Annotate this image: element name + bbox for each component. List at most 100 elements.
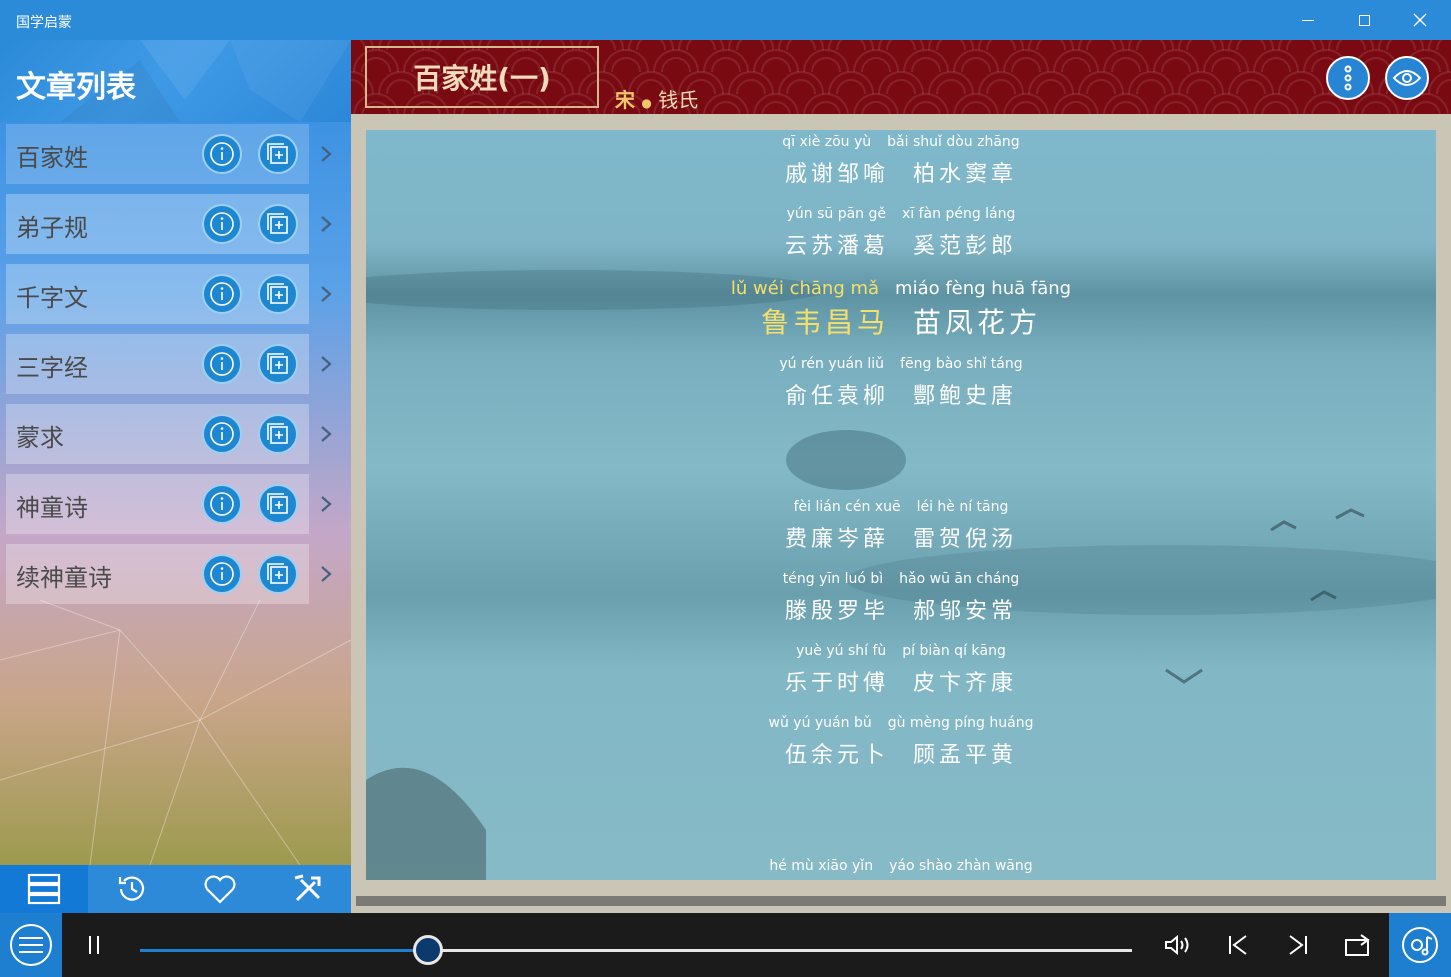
sidebar-item[interactable]: 三字经 bbox=[6, 334, 309, 394]
menu-button[interactable] bbox=[0, 913, 62, 977]
lyric-line[interactable]: wǔ yú yuán bǔ gù mèng píng huáng 伍余元卜 顾孟平黄 bbox=[366, 715, 1436, 769]
info-icon bbox=[210, 142, 234, 166]
chevron-right-icon[interactable] bbox=[320, 194, 334, 254]
sidebar-item-label: 弟子规 bbox=[16, 214, 88, 242]
lyric-line[interactable]: yún sū pān gě xī fàn péng láng 云苏潘葛 奚范彭郎 bbox=[366, 206, 1436, 260]
info-button[interactable] bbox=[202, 484, 242, 524]
info-button[interactable] bbox=[202, 554, 242, 594]
lyric-line-current[interactable]: lǔ wéi chāng mǎ miáo fèng huā fāng 鲁韦昌马 苗凤花… bbox=[366, 278, 1436, 341]
sidebar-item[interactable]: 百家姓 bbox=[6, 124, 309, 184]
article-header: 百家姓(一) 宋 ● 钱氏 bbox=[351, 40, 1451, 114]
info-button[interactable] bbox=[202, 344, 242, 384]
info-button[interactable] bbox=[202, 134, 242, 174]
pinyin-first: fèi lián cén xuē bbox=[793, 499, 901, 515]
sidebar-item[interactable]: 神童诗 bbox=[6, 474, 309, 534]
hanzi-row: 云苏潘葛 奚范彭郎 bbox=[366, 228, 1436, 260]
pinyin-second: pí biàn qí kāng bbox=[902, 643, 1006, 659]
decorative-network bbox=[0, 600, 351, 865]
nav-list-button[interactable] bbox=[0, 865, 88, 913]
skip-next-icon bbox=[1289, 935, 1307, 955]
lyric-line[interactable]: fèi lián cén xuē léi hè ní tāng 费廉岑薛 雷贺倪汤 bbox=[366, 499, 1436, 553]
hanzi-first: 乐于时傅 bbox=[784, 671, 889, 696]
more-options-button[interactable] bbox=[1326, 56, 1370, 100]
add-to-playlist-icon bbox=[267, 563, 288, 584]
article-dynasty: 宋 bbox=[615, 88, 635, 112]
lyrics-scroll-strip bbox=[356, 896, 1446, 906]
lyric-line[interactable]: yuè yú shí fù pí biàn qí kāng 乐于时傅 皮卞齐康 bbox=[366, 643, 1436, 697]
hanzi-second: 顾孟平黄 bbox=[913, 743, 1018, 768]
add-to-playlist-button[interactable] bbox=[258, 414, 298, 454]
nav-favorites-button[interactable] bbox=[176, 865, 264, 913]
info-icon bbox=[210, 562, 234, 586]
lyric-line[interactable]: qī xiè zōu yù bǎi shuǐ dòu zhāng 戚谢邹喻 柏水窦章 bbox=[366, 134, 1436, 188]
sidebar-item[interactable]: 蒙求 bbox=[6, 404, 309, 464]
hanzi-row: 伍余元卜 顾孟平黄 bbox=[366, 737, 1436, 769]
nav-history-button[interactable] bbox=[88, 865, 176, 913]
hanzi-row: 鲁韦昌马 苗凤花方 bbox=[366, 301, 1436, 341]
add-to-playlist-button[interactable] bbox=[258, 274, 298, 314]
pinyin-second: miáo fèng huā fāng bbox=[895, 278, 1072, 299]
now-playing-button[interactable] bbox=[1389, 913, 1451, 977]
pinyin-row: yún sū pān gě xī fàn péng láng bbox=[366, 206, 1436, 222]
sidebar-item[interactable]: 千字文 bbox=[6, 264, 309, 324]
maximize-button[interactable] bbox=[1336, 0, 1392, 40]
lyrics-panel[interactable]: qī xiè zōu yù bǎi shuǐ dòu zhāng 戚谢邹喻 柏水窦章 y… bbox=[366, 130, 1436, 880]
sidebar-item[interactable]: 弟子规 bbox=[6, 194, 309, 254]
add-to-playlist-button[interactable] bbox=[258, 344, 298, 384]
volume-button[interactable] bbox=[1160, 927, 1196, 963]
sidebar-title: 文章列表 bbox=[16, 70, 136, 105]
chevron-right-icon[interactable] bbox=[320, 264, 334, 324]
loop-mode-button[interactable] bbox=[1340, 927, 1376, 963]
sidebar-item[interactable]: 续神童诗 bbox=[6, 544, 309, 604]
chevron-right-icon[interactable] bbox=[320, 124, 334, 184]
article-author: 钱氏 bbox=[658, 88, 699, 112]
chevron-right-icon[interactable] bbox=[320, 544, 334, 604]
pinyin-first: wǔ yú yuán bǔ bbox=[768, 715, 872, 731]
pinyin-first: qī xiè zōu yù bbox=[782, 134, 872, 150]
lyrics-container: qī xiè zōu yù bǎi shuǐ dòu zhāng 戚谢邹喻 柏水窦章 y… bbox=[366, 130, 1436, 880]
sidebar-item-label: 百家姓 bbox=[16, 144, 88, 172]
info-button[interactable] bbox=[202, 414, 242, 454]
chevron-right-icon[interactable] bbox=[320, 404, 334, 464]
close-button[interactable] bbox=[1392, 0, 1448, 40]
add-to-playlist-button[interactable] bbox=[258, 134, 298, 174]
app-title: 国学启蒙 bbox=[16, 15, 72, 31]
next-button[interactable] bbox=[1280, 927, 1316, 963]
lyric-line[interactable]: yú rén yuán liǔ fēng bào shǐ táng 俞任袁柳 酆鲍史唐 bbox=[366, 356, 1436, 410]
view-toggle-button[interactable] bbox=[1385, 56, 1429, 100]
lyric-line[interactable]: hé mù xiāo yǐn yáo shào zhàn wāng bbox=[366, 858, 1436, 874]
hanzi-row: 戚谢邹喻 柏水窦章 bbox=[366, 156, 1436, 188]
add-to-playlist-button[interactable] bbox=[258, 554, 298, 594]
author-separator: ● bbox=[641, 96, 652, 110]
add-to-playlist-button[interactable] bbox=[258, 484, 298, 524]
add-to-playlist-icon bbox=[267, 423, 288, 444]
pause-button[interactable] bbox=[76, 927, 112, 963]
heart-icon bbox=[204, 875, 236, 904]
chevron-right-icon[interactable] bbox=[320, 334, 334, 394]
minimize-button[interactable] bbox=[1280, 0, 1336, 40]
article-title-box: 百家姓(一) bbox=[365, 46, 599, 108]
pinyin-second: xī fàn péng láng bbox=[901, 206, 1016, 222]
info-button[interactable] bbox=[202, 274, 242, 314]
hanzi-row: 滕殷罗毕 郝邬安常 bbox=[366, 593, 1436, 625]
history-icon bbox=[118, 876, 145, 901]
hanzi-first: 费廉岑薛 bbox=[784, 527, 889, 552]
pinyin-first: lǔ wéi chāng mǎ bbox=[730, 278, 880, 299]
hanzi-second: 苗凤花方 bbox=[913, 306, 1042, 339]
info-button[interactable] bbox=[202, 204, 242, 244]
article-author-line: 宋 ● 钱氏 bbox=[615, 84, 698, 113]
volume-icon bbox=[1165, 934, 1189, 956]
repeat-icon bbox=[1345, 934, 1370, 956]
chevron-right-icon[interactable] bbox=[320, 474, 334, 534]
hanzi-second: 酆鲍史唐 bbox=[913, 384, 1018, 409]
lyric-line[interactable]: téng yīn luó bì hǎo wū ān cháng 滕殷罗毕 郝邬安常 bbox=[366, 571, 1436, 625]
pinyin-row: lǔ wéi chāng mǎ miáo fèng huā fāng bbox=[366, 278, 1436, 299]
seek-thumb[interactable] bbox=[412, 935, 443, 965]
nav-tools-button[interactable] bbox=[264, 865, 352, 913]
previous-button[interactable] bbox=[1220, 927, 1256, 963]
pinyin-second: léi hè ní tāng bbox=[916, 499, 1009, 515]
add-to-playlist-button[interactable] bbox=[258, 204, 298, 244]
pinyin-row: téng yīn luó bì hǎo wū ān cháng bbox=[366, 571, 1436, 587]
seek-track[interactable] bbox=[140, 949, 1132, 952]
pinyin-second: hǎo wū ān cháng bbox=[899, 571, 1020, 587]
